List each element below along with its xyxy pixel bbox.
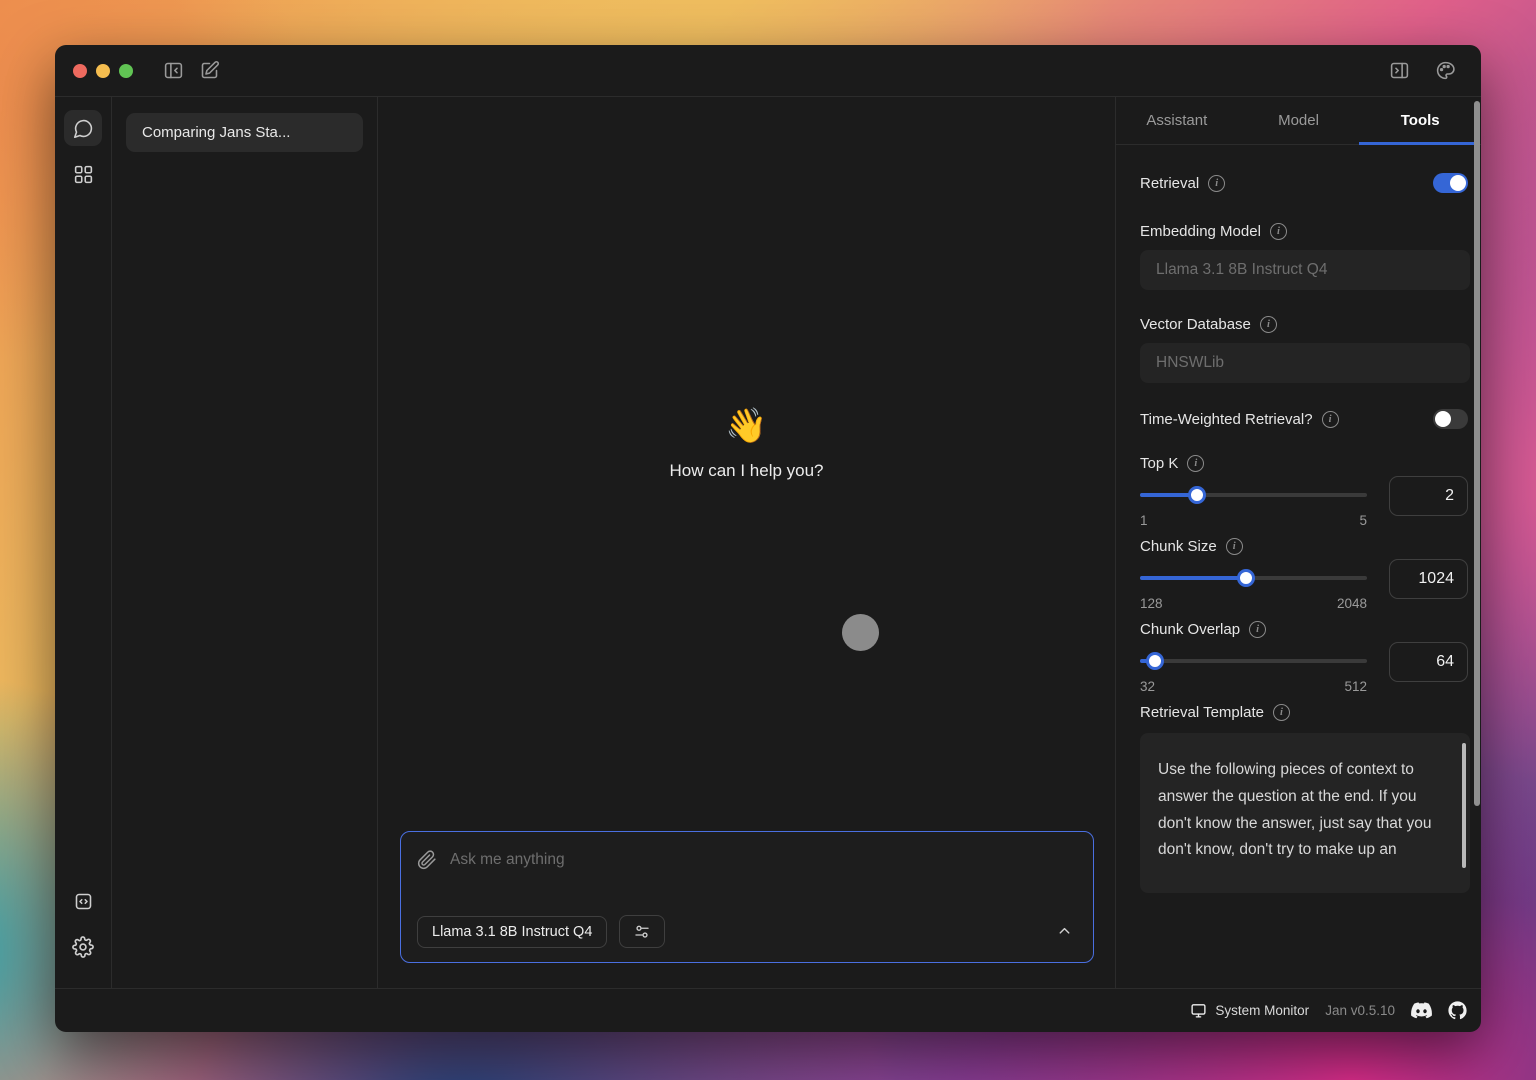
close-window-button[interactable] xyxy=(73,64,87,78)
panel-right-icon xyxy=(1389,60,1410,81)
chunk-size-slider-thumb[interactable] xyxy=(1237,569,1255,587)
hub-nav-button[interactable] xyxy=(64,156,102,192)
info-icon[interactable]: i xyxy=(1260,316,1277,333)
monitor-icon xyxy=(1190,1002,1207,1019)
minimize-window-button[interactable] xyxy=(96,64,110,78)
discord-icon xyxy=(1411,1002,1432,1019)
tab-assistant[interactable]: Assistant xyxy=(1116,97,1238,144)
top-k-max: 5 xyxy=(1359,513,1367,528)
retrieval-template-label: Retrieval Template xyxy=(1140,704,1264,721)
app-version: Jan v0.5.10 xyxy=(1325,1003,1395,1018)
system-monitor-button[interactable]: System Monitor xyxy=(1190,1002,1309,1019)
textarea-scrollbar[interactable] xyxy=(1462,743,1466,868)
chunk-size-min: 128 xyxy=(1140,596,1163,611)
info-icon[interactable]: i xyxy=(1208,175,1225,192)
model-settings-button[interactable] xyxy=(619,915,665,948)
sliders-icon xyxy=(633,923,651,941)
embedding-model-label: Embedding Model xyxy=(1140,223,1261,240)
info-icon[interactable]: i xyxy=(1187,455,1204,472)
titlebar xyxy=(55,45,1481,97)
info-icon[interactable]: i xyxy=(1270,223,1287,240)
top-k-value-input[interactable]: 2 xyxy=(1389,476,1468,516)
chunk-size-slider[interactable] xyxy=(1140,569,1367,587)
panel-tabs: Assistant Model Tools xyxy=(1116,97,1481,145)
retrieval-template-text: Use the following pieces of context to a… xyxy=(1158,757,1440,864)
empty-state: 👋 How can I help you? xyxy=(378,409,1115,481)
panel-left-icon xyxy=(163,60,184,81)
wave-emoji: 👋 xyxy=(725,409,767,443)
github-icon xyxy=(1448,1001,1467,1020)
thread-list: Comparing Jans Sta... xyxy=(112,97,378,988)
chunk-overlap-slider-thumb[interactable] xyxy=(1146,652,1164,670)
top-k-min: 1 xyxy=(1140,513,1148,528)
chevron-up-icon[interactable] xyxy=(1056,923,1073,940)
theme-button[interactable] xyxy=(1427,56,1463,86)
code-square-icon xyxy=(73,891,94,912)
thread-item[interactable]: Comparing Jans Sta... xyxy=(126,113,363,152)
right-panel: Assistant Model Tools Retrieval i Embedd… xyxy=(1115,97,1481,988)
chat-area: 👋 How can I help you? Llama 3.1 8B Instr… xyxy=(378,97,1115,988)
settings-button[interactable] xyxy=(64,929,102,965)
retrieval-template-textarea[interactable]: Use the following pieces of context to a… xyxy=(1140,733,1470,893)
chat-bubble-icon xyxy=(73,118,94,139)
toggle-left-panel-button[interactable] xyxy=(155,56,191,86)
toggle-right-panel-button[interactable] xyxy=(1381,56,1417,86)
vector-database-input: HNSWLib xyxy=(1140,343,1470,383)
time-weighted-label: Time-Weighted Retrieval? xyxy=(1140,411,1313,428)
app-window: Comparing Jans Sta... 👋 How can I help y… xyxy=(55,45,1481,1032)
traffic-lights xyxy=(73,64,133,78)
top-k-label: Top K xyxy=(1140,455,1178,472)
tools-panel-content: Retrieval i Embedding Model i Llama 3.1 … xyxy=(1116,145,1481,988)
tab-tools[interactable]: Tools xyxy=(1359,97,1481,144)
embedding-model-input: Llama 3.1 8B Instruct Q4 xyxy=(1140,250,1470,290)
tab-model[interactable]: Model xyxy=(1238,97,1360,144)
threads-nav-button[interactable] xyxy=(64,110,102,146)
status-bar: System Monitor Jan v0.5.10 xyxy=(55,988,1481,1032)
local-api-server-button[interactable] xyxy=(64,883,102,919)
retrieval-toggle[interactable] xyxy=(1433,173,1468,193)
info-icon[interactable]: i xyxy=(1226,538,1243,555)
greeting-text: How can I help you? xyxy=(669,461,823,481)
chunk-size-max: 2048 xyxy=(1337,596,1367,611)
system-monitor-label: System Monitor xyxy=(1215,1003,1309,1018)
cursor-indicator xyxy=(842,614,879,651)
chunk-size-label: Chunk Size xyxy=(1140,538,1217,555)
time-weighted-toggle[interactable] xyxy=(1433,409,1468,429)
chunk-overlap-label: Chunk Overlap xyxy=(1140,621,1240,638)
info-icon[interactable]: i xyxy=(1273,704,1290,721)
discord-link[interactable] xyxy=(1411,1002,1432,1019)
chunk-overlap-min: 32 xyxy=(1140,679,1155,694)
chat-input-box[interactable]: Llama 3.1 8B Instruct Q4 xyxy=(400,831,1094,963)
model-selector-button[interactable]: Llama 3.1 8B Instruct Q4 xyxy=(417,916,607,948)
top-k-slider-thumb[interactable] xyxy=(1188,486,1206,504)
gear-icon xyxy=(72,936,94,958)
left-icon-rail xyxy=(55,97,112,988)
zoom-window-button[interactable] xyxy=(119,64,133,78)
message-input[interactable] xyxy=(450,851,1077,869)
paperclip-icon[interactable] xyxy=(417,850,437,870)
palette-icon xyxy=(1435,60,1456,81)
edit-icon xyxy=(199,60,220,81)
chunk-size-value-input[interactable]: 1024 xyxy=(1389,559,1468,599)
retrieval-label: Retrieval xyxy=(1140,175,1199,192)
top-k-slider[interactable] xyxy=(1140,486,1367,504)
grid-icon xyxy=(73,164,94,185)
vector-database-label: Vector Database xyxy=(1140,316,1251,333)
info-icon[interactable]: i xyxy=(1322,411,1339,428)
info-icon[interactable]: i xyxy=(1249,621,1266,638)
chunk-overlap-max: 512 xyxy=(1344,679,1367,694)
github-link[interactable] xyxy=(1448,1001,1467,1020)
panel-scrollbar[interactable] xyxy=(1474,101,1480,806)
chunk-overlap-value-input[interactable]: 64 xyxy=(1389,642,1468,682)
new-thread-button[interactable] xyxy=(191,56,227,86)
chunk-overlap-slider[interactable] xyxy=(1140,652,1367,670)
